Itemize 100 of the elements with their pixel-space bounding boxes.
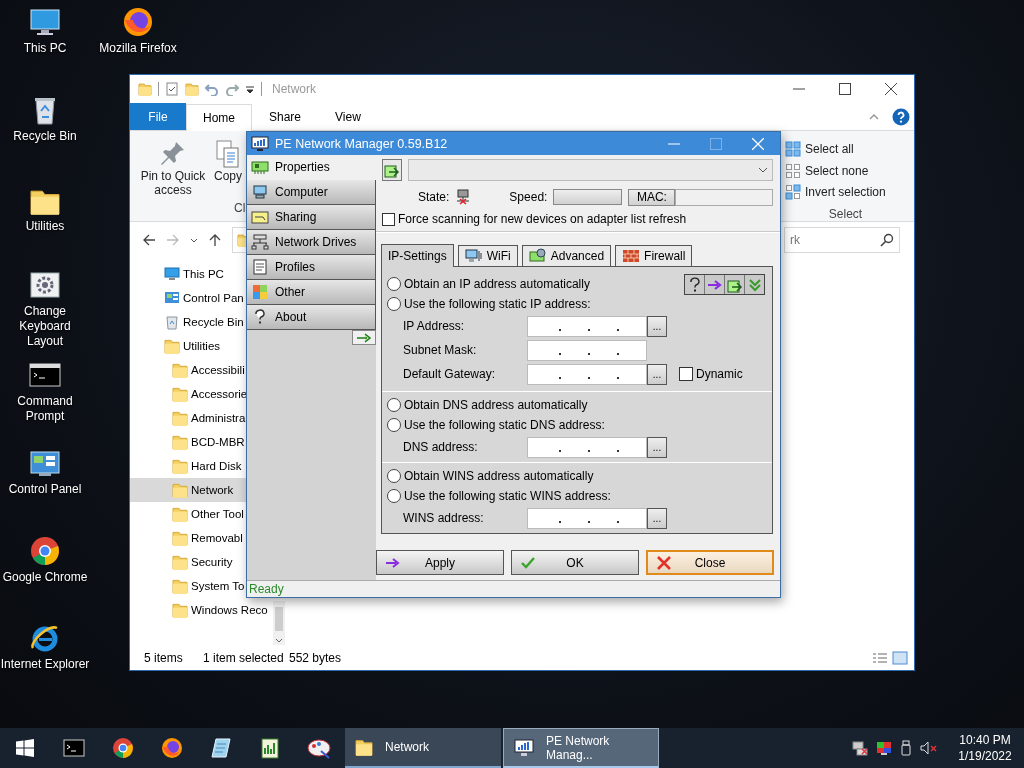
ok-button[interactable]: OK [511, 550, 639, 575]
copy-button[interactable]: Copy [212, 139, 244, 183]
tab[interactable]: Firewall [615, 245, 693, 266]
refresh-button[interactable] [382, 159, 402, 181]
monitor-icon [29, 6, 61, 38]
tree-item[interactable]: Security [130, 550, 246, 574]
icon-label[interactable]: Recycle Bin [13, 129, 77, 144]
taskbar-button[interactable]: PE Network Manag... [503, 728, 659, 768]
browser-icon[interactable] [160, 737, 183, 759]
checkbox[interactable] [382, 212, 395, 226]
sidebar-item[interactable]: Network Drives [247, 230, 376, 255]
ip-address-field[interactable] [527, 363, 647, 385]
icon-label[interactable]: Change Keyboard Layout [0, 304, 90, 349]
browse-button[interactable]: ... [647, 507, 667, 529]
icon-label[interactable]: Control Panel [8, 482, 82, 497]
close-icon[interactable] [883, 80, 899, 97]
sidebar-item[interactable]: About [247, 305, 376, 330]
radio-label: Obtain DNS address automatically [404, 398, 588, 412]
display-icon[interactable] [876, 740, 892, 756]
ribbon-tab[interactable]: Home [186, 104, 252, 131]
muted-speaker-icon[interactable] [920, 740, 938, 756]
usb-drive-icon[interactable] [900, 740, 912, 756]
expand-button[interactable] [744, 275, 764, 294]
terminal-icon[interactable] [62, 739, 85, 757]
search-field[interactable]: rk [784, 227, 900, 253]
taskbar-button[interactable]: Network [345, 728, 501, 768]
radio-button[interactable] [387, 277, 401, 291]
icon-label[interactable]: Internet Explorer [0, 657, 90, 672]
back-icon[interactable] [142, 233, 156, 247]
mac-button[interactable]: MAC: [628, 188, 676, 206]
browse-button[interactable]: ... [647, 363, 667, 385]
radio-button[interactable] [387, 418, 401, 432]
select-button[interactable]: Select none [785, 159, 906, 182]
sidebar-item[interactable]: Properties [247, 155, 376, 180]
select-button[interactable]: Select all [785, 138, 906, 160]
pin-button[interactable]: Pin to Quick access [136, 139, 210, 197]
tree-item[interactable]: Windows Reco [130, 598, 268, 622]
icon-label[interactable]: Utilities [25, 219, 65, 234]
tree-item[interactable]: Hard Disk [130, 454, 246, 478]
ribbon-tab[interactable]: Share [252, 103, 319, 130]
help-icon[interactable] [892, 107, 910, 126]
scrollbar[interactable] [273, 601, 285, 645]
apply-arrow-button[interactable] [704, 275, 724, 294]
network-disconnected-icon[interactable] [852, 740, 868, 756]
tree-item[interactable]: Utilities [130, 334, 246, 358]
checkbox[interactable] [679, 367, 693, 381]
tree-item[interactable]: Network [130, 478, 246, 502]
up-icon[interactable] [208, 233, 222, 247]
icon-label[interactable]: Command Prompt [0, 394, 90, 424]
ribbon-tab[interactable]: View [318, 103, 378, 130]
tree-item[interactable]: Control Pan [130, 286, 246, 310]
tab[interactable]: Advanced [521, 245, 612, 266]
tab[interactable]: WiFi [457, 245, 518, 266]
notepad-icon[interactable] [209, 737, 232, 759]
caret-icon[interactable] [275, 637, 283, 645]
search-icon[interactable] [880, 233, 894, 247]
file-tab[interactable]: File [130, 103, 186, 130]
tree-item[interactable]: Administra [130, 406, 246, 430]
select-button[interactable]: Invert selection [785, 181, 906, 203]
tree-item[interactable]: Other Tool [130, 502, 246, 526]
sidebar-item[interactable]: Computer [247, 180, 376, 205]
help-button[interactable] [685, 275, 704, 294]
ip-address-field[interactable] [527, 315, 647, 337]
ip-address-field[interactable] [527, 507, 647, 529]
caret-icon[interactable] [190, 236, 198, 244]
tree-item[interactable]: BCD-MBR [130, 430, 246, 454]
icon-label[interactable]: Mozilla Firefox [99, 41, 177, 56]
tree-item[interactable]: Recycle Bin [130, 310, 246, 334]
browse-button[interactable]: ... [647, 436, 667, 458]
scrollbar-thumb[interactable] [275, 607, 283, 631]
close-button[interactable]: Close [646, 550, 774, 575]
tree-item[interactable]: Accessibili [130, 358, 246, 382]
export-button[interactable] [724, 275, 744, 294]
checkbox-label: Dynamic [696, 367, 743, 381]
radio-button[interactable] [387, 469, 401, 483]
start-icon[interactable] [15, 739, 34, 757]
next-button[interactable] [352, 330, 376, 345]
radio-button[interactable] [387, 297, 401, 311]
apply-button[interactable]: Apply [376, 550, 504, 575]
icon-label[interactable]: This PC [23, 41, 67, 56]
radio-button[interactable] [387, 398, 401, 412]
chart-document-icon[interactable] [258, 737, 281, 759]
icon-label[interactable]: Google Chrome [2, 570, 88, 585]
ip-address-field[interactable] [527, 339, 647, 361]
ip-address-field[interactable] [527, 436, 647, 458]
clock[interactable]: 10:40 PM 1/19/2022 [954, 732, 1016, 764]
sidebar-item[interactable]: Other [247, 280, 376, 305]
tab[interactable]: IP-Settings [381, 244, 454, 267]
tree-item[interactable]: This PC [130, 262, 246, 286]
sidebar-item[interactable]: Profiles [247, 255, 376, 280]
paint-icon[interactable] [306, 737, 331, 759]
sidebar-item[interactable]: Sharing [247, 205, 376, 230]
tree-item[interactable]: System To [130, 574, 246, 598]
browser-icon[interactable] [111, 737, 134, 759]
tree-item[interactable]: Accessorie [130, 382, 248, 406]
radio-button[interactable] [387, 489, 401, 503]
maximize-icon[interactable] [837, 80, 853, 97]
folder-icon [251, 209, 269, 225]
tree-item[interactable]: Removabl [130, 526, 246, 550]
browse-button[interactable]: ... [647, 315, 667, 337]
